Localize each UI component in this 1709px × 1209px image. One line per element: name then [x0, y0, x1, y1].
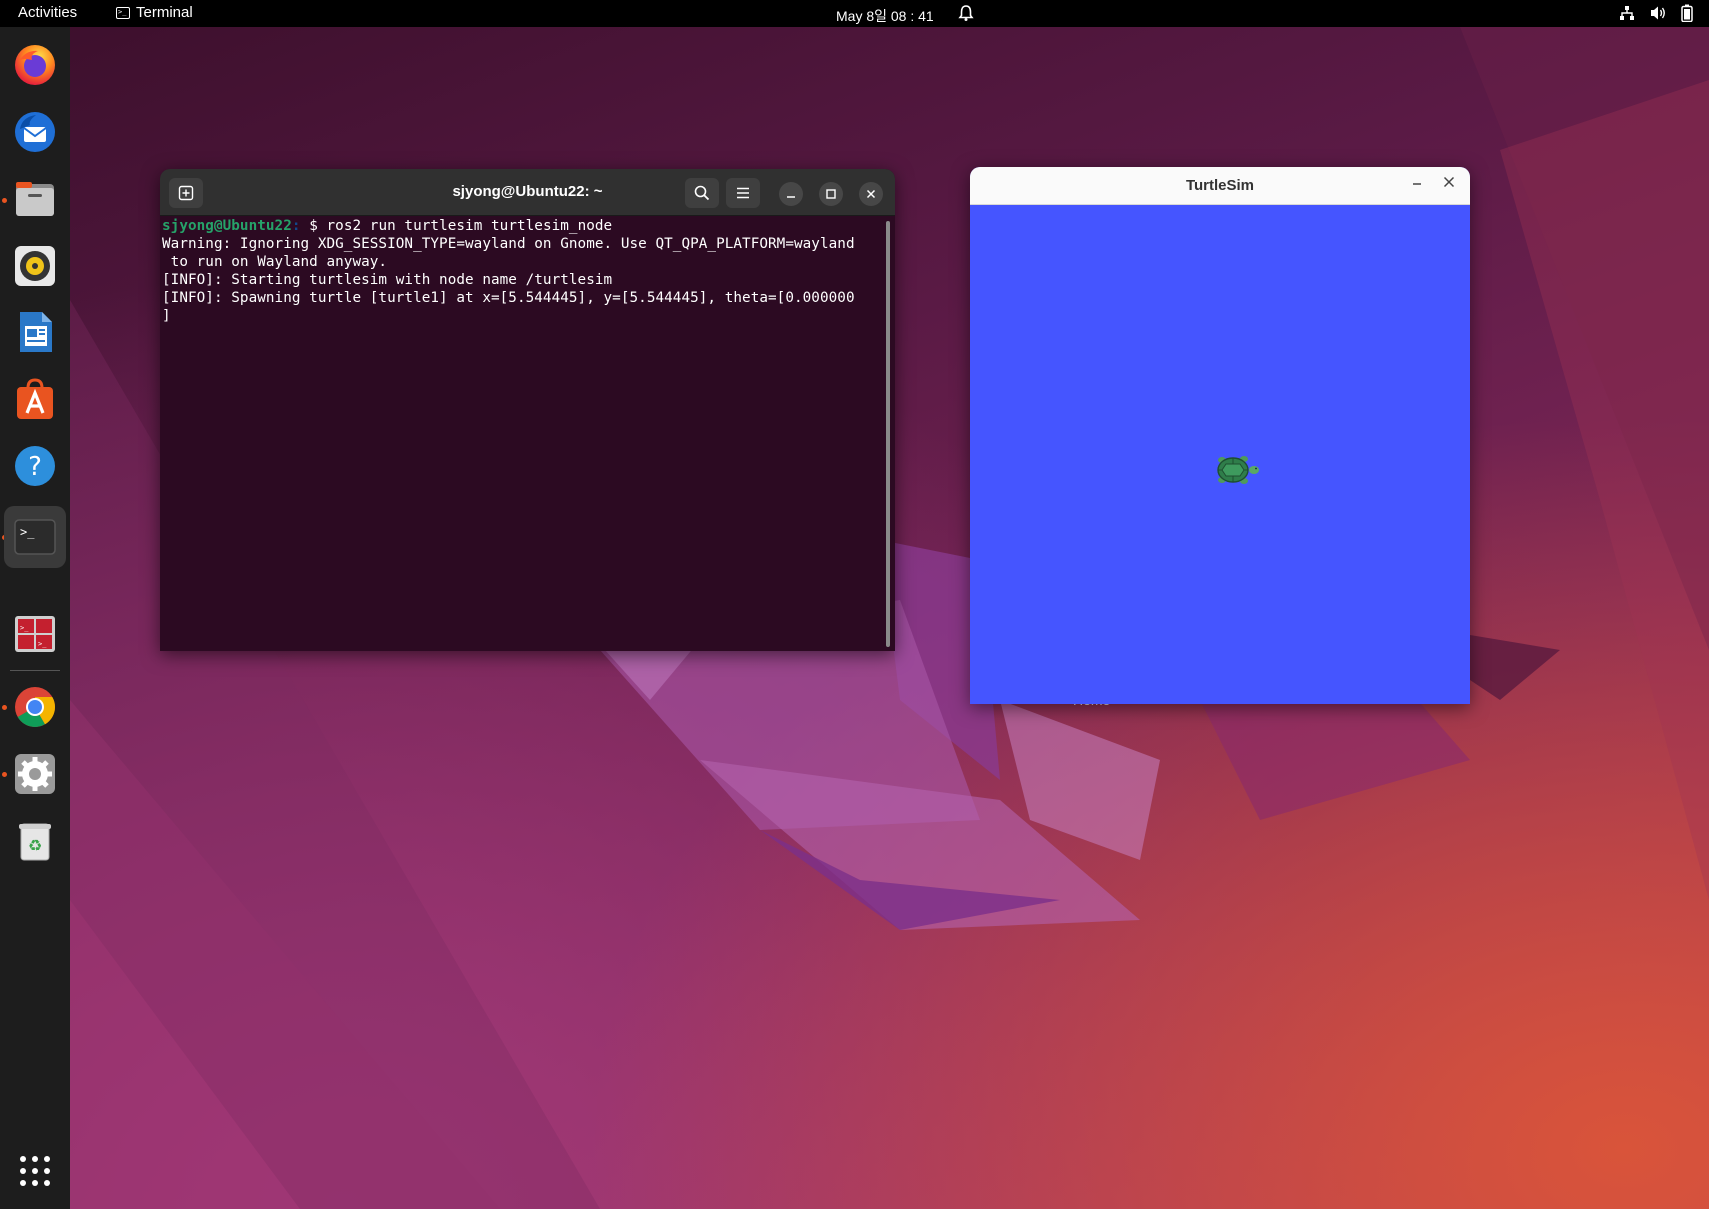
dock-item-files[interactable] [7, 171, 63, 227]
activities-button[interactable]: Activities [18, 4, 77, 21]
rhythmbox-icon [15, 246, 55, 286]
dock-item-software[interactable] [7, 371, 63, 427]
svg-text:>_: >_ [20, 624, 29, 632]
dock-item-chrome[interactable] [7, 679, 63, 735]
svg-text:>_: >_ [20, 525, 35, 539]
dock-item-settings[interactable] [7, 746, 63, 802]
search-icon [694, 185, 710, 201]
terminal-output-line: to run on Wayland anyway. [162, 254, 388, 270]
turtle-sprite [1214, 452, 1260, 493]
software-store-icon [17, 378, 53, 419]
prompt-path: : [291, 218, 301, 234]
app-menu[interactable]: >_ Terminal [116, 4, 193, 21]
close-button[interactable] [859, 182, 883, 206]
turtlesim-title: TurtleSim [1185, 177, 1255, 194]
clock[interactable]: May 8일 08 : 41 [836, 6, 934, 26]
prompt-user: sjyong@Ubuntu22 [162, 218, 292, 234]
terminal-icon: >_ [14, 519, 56, 555]
firefox-icon [15, 45, 55, 85]
thunderbird-icon [15, 112, 55, 152]
settings-gear-icon [15, 754, 55, 794]
terminator-icon: >_ >_ [15, 616, 55, 652]
svg-text:>_: >_ [38, 640, 47, 648]
svg-text:?: ? [28, 452, 42, 482]
dock-item-terminal[interactable]: >_ [4, 506, 66, 568]
maximize-button[interactable] [819, 182, 843, 206]
menu-button[interactable] [726, 178, 760, 208]
dock-item-help[interactable]: ? [7, 438, 63, 494]
terminal-scrollbar[interactable] [886, 221, 890, 647]
maximize-icon [826, 189, 836, 199]
terminal-output-line: [INFO]: Starting turtlesim with node nam… [162, 272, 613, 288]
minimize-icon [1413, 183, 1421, 185]
network-icon [1619, 5, 1635, 25]
help-icon: ? [15, 446, 55, 486]
terminal-output-line: [INFO]: Spawning turtle [turtle1] at x=[… [162, 290, 855, 306]
dock-item-trash[interactable]: ♻ [7, 813, 63, 869]
dock-item-terminator[interactable]: >_ >_ [7, 606, 63, 662]
dock-item-writer[interactable] [7, 304, 63, 360]
turtlesim-close-button[interactable] [1442, 174, 1456, 194]
hamburger-menu-icon [737, 187, 749, 199]
terminal-command: $ ros2 run turtlesim turtlesim_node [300, 218, 613, 234]
close-icon [866, 189, 876, 199]
dock: ? >_ >_ >_ ♻ [0, 27, 70, 1209]
close-icon [1443, 176, 1455, 188]
turtlesim-minimize-button[interactable] [1410, 174, 1424, 193]
terminal-header-bar[interactable]: sjyong@Ubuntu22: ~ [160, 169, 895, 216]
minimize-button[interactable] [779, 182, 803, 206]
dock-item-firefox[interactable] [7, 37, 63, 93]
bell-icon[interactable] [958, 4, 974, 26]
top-bar: Activities >_ Terminal May 8일 08 : 41 [0, 0, 1709, 27]
files-icon [16, 182, 54, 216]
writer-icon [20, 312, 52, 352]
app-menu-label: Terminal [136, 4, 193, 21]
app-grid-icon [20, 1156, 50, 1186]
turtlesim-header-bar[interactable]: TurtleSim [970, 167, 1470, 205]
terminal-output-line: ] [162, 308, 171, 324]
terminal-output[interactable]: sjyong@Ubuntu22: $ ros2 run turtlesim tu… [162, 217, 872, 647]
search-button[interactable] [685, 178, 719, 208]
svg-text:♻: ♻ [28, 836, 42, 855]
dock-item-rhythmbox[interactable] [7, 238, 63, 294]
dock-item-thunderbird[interactable] [7, 104, 63, 160]
show-applications-button[interactable] [7, 1143, 63, 1199]
terminal-output-line: Warning: Ignoring XDG_SESSION_TYPE=wayla… [162, 236, 855, 252]
trash-icon: ♻ [19, 823, 51, 861]
terminal-small-icon: >_ [116, 6, 130, 19]
terminal-window[interactable]: sjyong@Ubuntu22: ~ sjyong@Ubuntu22: $ ro… [160, 169, 895, 651]
system-tray[interactable] [1619, 4, 1693, 26]
turtle-icon [1217, 456, 1259, 484]
chrome-icon [15, 687, 55, 727]
turtlesim-window[interactable]: TurtleSim [970, 167, 1470, 704]
battery-icon [1681, 4, 1693, 26]
volume-icon [1649, 5, 1667, 25]
minimize-icon [787, 196, 795, 198]
